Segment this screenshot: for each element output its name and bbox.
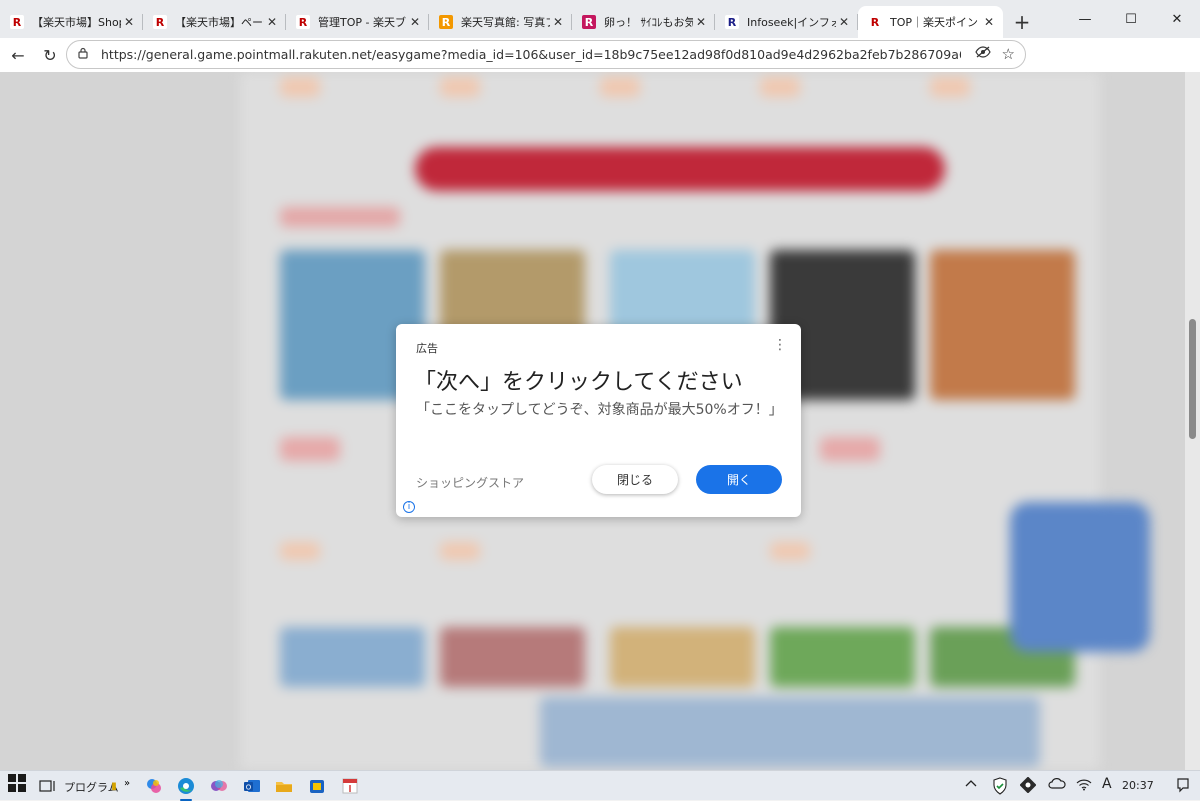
reload-button[interactable]: ↻ bbox=[34, 40, 66, 70]
taskbar: プログラム ▮ » O A 20:37 bbox=[0, 770, 1200, 801]
tab-title: Infoseek|インフォシー bbox=[747, 16, 836, 29]
new-tab-button[interactable]: + bbox=[1007, 6, 1037, 38]
window-controls: — ☐ ✕ bbox=[1062, 0, 1200, 38]
notifications-icon[interactable] bbox=[1176, 777, 1190, 797]
tab-list: R【楽天市場】Shoppin✕R【楽天市場】ページ閲✕R管理TOP - 楽天ブロ… bbox=[0, 0, 1003, 38]
page-scrollbar[interactable] bbox=[1185, 72, 1200, 770]
tab-favicon-icon: R bbox=[725, 15, 739, 29]
back-button[interactable]: ← bbox=[2, 40, 34, 70]
navigation-bar: ← ↻ https://general.game.pointmall.rakut… bbox=[0, 38, 1200, 103]
tab-favicon-icon: R bbox=[10, 15, 24, 29]
tab-title: 楽天写真館: 写真プ bbox=[461, 16, 550, 29]
calendar-app-icon[interactable] bbox=[338, 774, 362, 798]
tab-title: 【楽天市場】ページ閲 bbox=[175, 16, 264, 29]
site-info-icon[interactable] bbox=[77, 47, 93, 62]
security-shield-icon[interactable] bbox=[992, 777, 1008, 799]
taskbar-clock[interactable]: 20:37 bbox=[1122, 779, 1154, 792]
tab-title: 管理TOP - 楽天ブロ bbox=[318, 16, 407, 29]
tab[interactable]: R Infoseek|インフォシー✕ bbox=[715, 6, 858, 38]
ad-close-button[interactable]: 閉じる bbox=[592, 465, 678, 494]
folder-small-icon[interactable]: ▮ bbox=[108, 774, 120, 798]
file-explorer-icon[interactable] bbox=[272, 774, 296, 798]
wifi-icon[interactable] bbox=[1076, 777, 1092, 795]
url-text[interactable]: https://general.game.pointmall.rakuten.n… bbox=[101, 47, 961, 62]
tab-close-icon[interactable]: ✕ bbox=[836, 15, 852, 29]
ad-open-button[interactable]: 開く bbox=[696, 465, 782, 494]
show-hidden-icons-chevron[interactable] bbox=[964, 777, 978, 792]
ad-headline: 「次へ」をクリックしてください bbox=[414, 370, 743, 395]
tab-favicon-icon: R bbox=[439, 15, 453, 29]
start-button[interactable] bbox=[8, 774, 30, 796]
tab-active[interactable]: R TOP｜楽天ポイント ✕ bbox=[858, 6, 1003, 38]
windows-logo-icon bbox=[8, 774, 26, 792]
store-app-icon[interactable] bbox=[305, 774, 329, 798]
maximize-button[interactable]: ☐ bbox=[1108, 0, 1154, 38]
ad-label: 広告 bbox=[416, 342, 438, 355]
task-view-icon[interactable] bbox=[36, 774, 60, 798]
tab-favicon-icon: R bbox=[296, 15, 310, 29]
tab-favicon-icon: R bbox=[868, 15, 882, 29]
scrollbar-thumb[interactable] bbox=[1189, 319, 1196, 439]
tracking-prevention-icon[interactable] bbox=[975, 46, 991, 62]
address-bar[interactable]: https://general.game.pointmall.rakuten.n… bbox=[66, 40, 1026, 69]
tab-favicon-icon: R bbox=[153, 15, 167, 29]
tab-close-icon[interactable]: ✕ bbox=[693, 15, 709, 29]
toolbar-overflow-chevron[interactable]: » bbox=[120, 771, 134, 795]
ad-info-icon[interactable]: i bbox=[403, 501, 415, 513]
tab-favicon-icon: R bbox=[582, 15, 596, 29]
ad-advertiser: ショッピングストア bbox=[416, 476, 525, 490]
close-window-button[interactable]: ✕ bbox=[1154, 0, 1200, 38]
tab[interactable]: R 楽天写真館: 写真プ ✕ bbox=[429, 6, 572, 38]
minimize-button[interactable]: — bbox=[1062, 0, 1108, 38]
tab-close-icon[interactable]: ✕ bbox=[550, 15, 566, 29]
ad-options-icon[interactable]: ⋮ bbox=[773, 338, 787, 352]
tab[interactable]: R 【楽天市場】Shoppin✕ bbox=[0, 6, 143, 38]
tab-close-icon[interactable]: ✕ bbox=[407, 15, 423, 29]
tab-title: 卵っ！ ｻｲｺﾚもお気 bbox=[604, 16, 693, 29]
copilot-taskbar-icon[interactable] bbox=[142, 774, 166, 798]
favorite-star-icon[interactable]: ☆ bbox=[1002, 45, 1015, 63]
tab-close-icon[interactable]: ✕ bbox=[121, 15, 137, 29]
edge-browser-icon[interactable] bbox=[174, 774, 198, 801]
tab-title: 【楽天市場】Shoppin bbox=[32, 16, 121, 29]
outlook-icon[interactable]: O bbox=[240, 774, 264, 798]
tab-close-icon[interactable]: ✕ bbox=[981, 15, 997, 29]
teams-icon[interactable] bbox=[207, 774, 231, 798]
tab-strip: R【楽天市場】Shoppin✕R【楽天市場】ページ閲✕R管理TOP - 楽天ブロ… bbox=[0, 0, 1200, 38]
svg-text:O: O bbox=[246, 784, 252, 792]
network-tray-icon[interactable] bbox=[1019, 776, 1037, 797]
tab[interactable]: R 卵っ！ ｻｲｺﾚもお気 ✕ bbox=[572, 6, 715, 38]
onedrive-cloud-icon[interactable] bbox=[1048, 777, 1066, 793]
tab-close-icon[interactable]: ✕ bbox=[264, 15, 280, 29]
ad-dialog: 広告 ⋮ 「次へ」をクリックしてください 「ここをタップしてどうぞ、対象商品が最… bbox=[396, 324, 801, 517]
tab[interactable]: R 管理TOP - 楽天ブロ✕ bbox=[286, 6, 429, 38]
tab[interactable]: R 【楽天市場】ページ閲✕ bbox=[143, 6, 286, 38]
tab-title: TOP｜楽天ポイント bbox=[890, 16, 981, 29]
ad-description: 「ここをタップしてどうぞ、対象商品が最大50%オフ！」 bbox=[416, 402, 783, 418]
ime-indicator[interactable]: A bbox=[1102, 776, 1112, 792]
